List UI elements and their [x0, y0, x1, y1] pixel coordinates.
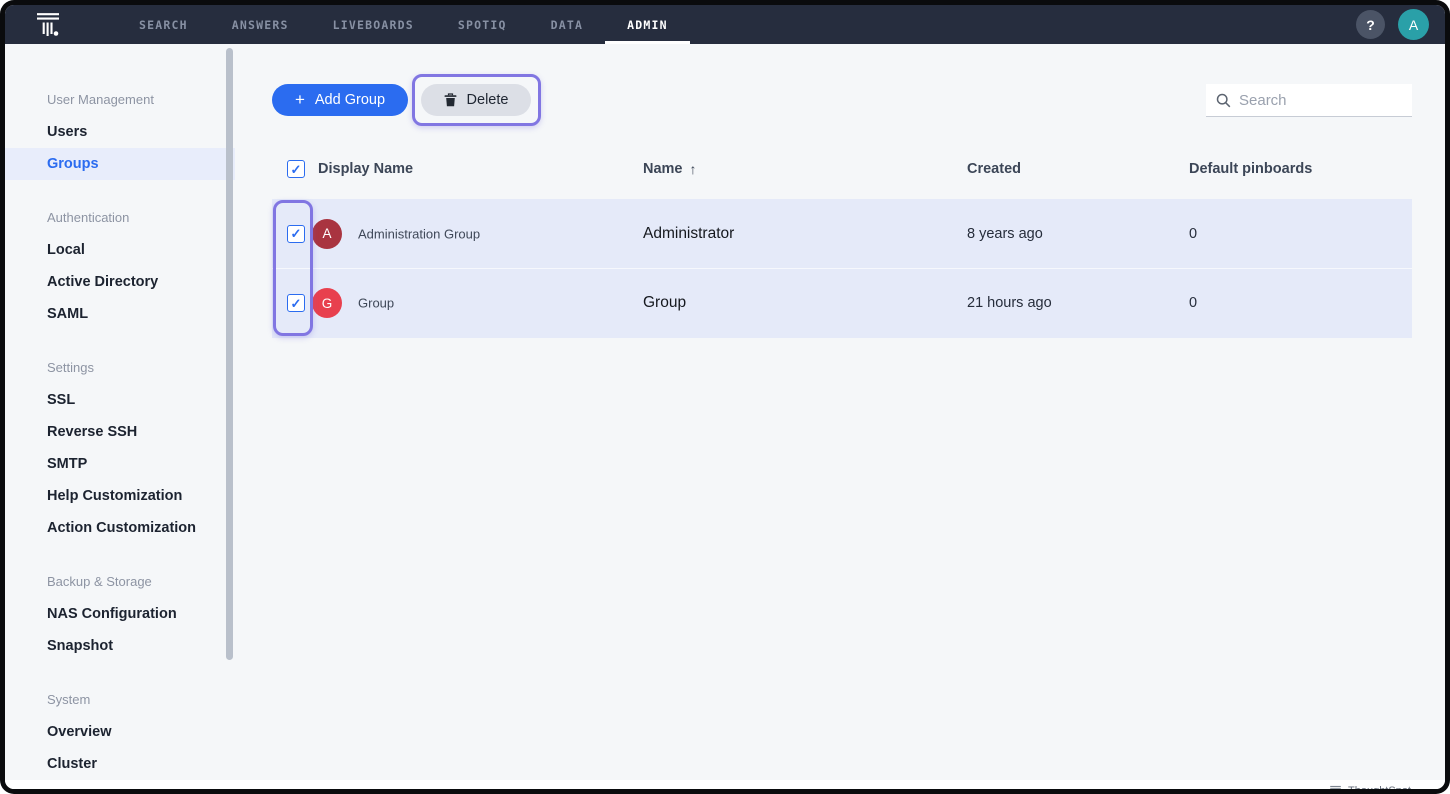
top-navigation-bar: SEARCH ANSWERS LIVEBOARDS SPOTIQ DATA AD… — [5, 5, 1445, 44]
sidebar-section-backup-storage: Backup & Storage NAS Configuration Snaps… — [5, 566, 235, 662]
sidebar-item-ssl[interactable]: SSL — [5, 384, 235, 416]
sidebar-section-settings: Settings SSL Reverse SSH SMTP Help Custo… — [5, 352, 235, 544]
search-input[interactable] — [1239, 92, 1402, 109]
sidebar-item-snapshot[interactable]: Snapshot — [5, 630, 235, 662]
cell-default-pinboards: 0 — [1189, 226, 1197, 242]
check-icon: ✓ — [291, 163, 302, 176]
thoughtspot-footer-logo-icon — [1329, 785, 1342, 790]
sidebar-header-user-management: User Management — [5, 84, 235, 116]
sort-ascending-icon: ↑ — [690, 157, 697, 181]
delete-button[interactable]: Delete — [421, 84, 531, 116]
search-box — [1206, 84, 1412, 117]
trash-icon — [444, 93, 457, 107]
sidebar-item-help-customization[interactable]: Help Customization — [5, 480, 235, 512]
row-checkbox[interactable]: ✓ — [287, 225, 305, 243]
cell-name: Administrator — [643, 225, 734, 243]
groups-table: ✓ A Administration Group Administrator 8… — [272, 199, 1412, 338]
cell-created: 21 hours ago — [967, 295, 1052, 311]
cell-created: 8 years ago — [967, 226, 1043, 242]
sidebar-section-system: System Overview Cluster — [5, 684, 235, 780]
select-all-checkbox[interactable]: ✓ — [287, 160, 305, 178]
thoughtspot-logo-icon[interactable] — [35, 11, 61, 38]
sidebar-header-authentication: Authentication — [5, 202, 235, 234]
column-header-display-name[interactable]: Display Name — [318, 157, 413, 181]
table-row[interactable]: ✓ A Administration Group Administrator 8… — [272, 199, 1412, 268]
delete-label: Delete — [467, 92, 509, 108]
sidebar-item-overview[interactable]: Overview — [5, 716, 235, 748]
footer: ThoughtSpot — [5, 780, 1445, 789]
sidebar-header-system: System — [5, 684, 235, 716]
app-screen: SEARCH ANSWERS LIVEBOARDS SPOTIQ DATA AD… — [5, 5, 1445, 789]
group-avatar: G — [312, 288, 342, 318]
cell-display-name: Administration Group — [358, 226, 480, 241]
admin-sidebar: User Management Users Groups Authenticat… — [5, 44, 235, 780]
window-frame: SEARCH ANSWERS LIVEBOARDS SPOTIQ DATA AD… — [0, 0, 1450, 794]
sidebar-item-nas-configuration[interactable]: NAS Configuration — [5, 598, 235, 630]
column-header-name[interactable]: Name ↑ — [643, 157, 697, 181]
row-checkbox[interactable]: ✓ — [287, 294, 305, 312]
column-header-created[interactable]: Created — [967, 157, 1021, 181]
sidebar-section-user-management: User Management Users Groups — [5, 84, 235, 180]
footer-brand-label: ThoughtSpot — [1348, 785, 1411, 789]
sidebar-item-action-customization[interactable]: Action Customization — [5, 512, 235, 544]
sidebar-item-users[interactable]: Users — [5, 116, 235, 148]
column-header-default-pinboards[interactable]: Default pinboards — [1189, 157, 1312, 181]
table-row[interactable]: ✓ G Group Group 21 hours ago 0 — [272, 268, 1412, 337]
sidebar-item-active-directory[interactable]: Active Directory — [5, 266, 235, 298]
sidebar-item-local[interactable]: Local — [5, 234, 235, 266]
sidebar-item-reverse-ssh[interactable]: Reverse SSH — [5, 416, 235, 448]
plus-icon: + — [295, 91, 305, 108]
cell-display-name: Group — [358, 296, 394, 311]
cell-default-pinboards: 0 — [1189, 295, 1197, 311]
group-avatar: A — [312, 219, 342, 249]
sidebar-section-authentication: Authentication Local Active Directory SA… — [5, 202, 235, 330]
nav-item-spotiq[interactable]: SPOTIQ — [436, 5, 529, 44]
search-icon — [1216, 93, 1231, 108]
check-icon: ✓ — [291, 227, 302, 240]
nav-item-search[interactable]: SEARCH — [117, 5, 210, 44]
sidebar-item-groups[interactable]: Groups — [5, 148, 235, 180]
add-group-button[interactable]: + Add Group — [272, 84, 408, 116]
user-avatar[interactable]: A — [1398, 9, 1429, 40]
nav-menu: SEARCH ANSWERS LIVEBOARDS SPOTIQ DATA AD… — [117, 5, 690, 44]
help-button[interactable]: ? — [1356, 10, 1385, 39]
column-header-name-label: Name — [643, 157, 683, 181]
nav-item-answers[interactable]: ANSWERS — [210, 5, 311, 44]
sidebar-header-settings: Settings — [5, 352, 235, 384]
nav-item-data[interactable]: DATA — [529, 5, 606, 44]
nav-item-liveboards[interactable]: LIVEBOARDS — [311, 5, 436, 44]
cell-name: Group — [643, 294, 686, 312]
sidebar-scrollbar[interactable] — [226, 48, 233, 660]
sidebar-header-backup-storage: Backup & Storage — [5, 566, 235, 598]
add-group-label: Add Group — [315, 92, 385, 108]
sidebar-item-cluster[interactable]: Cluster — [5, 748, 235, 780]
sidebar-item-smtp[interactable]: SMTP — [5, 448, 235, 480]
groups-admin-panel: + Add Group Delete — [235, 44, 1445, 780]
check-icon: ✓ — [291, 297, 302, 310]
nav-item-admin[interactable]: ADMIN — [605, 5, 690, 44]
nav-right-controls: ? A — [1356, 9, 1429, 40]
sidebar-item-saml[interactable]: SAML — [5, 298, 235, 330]
